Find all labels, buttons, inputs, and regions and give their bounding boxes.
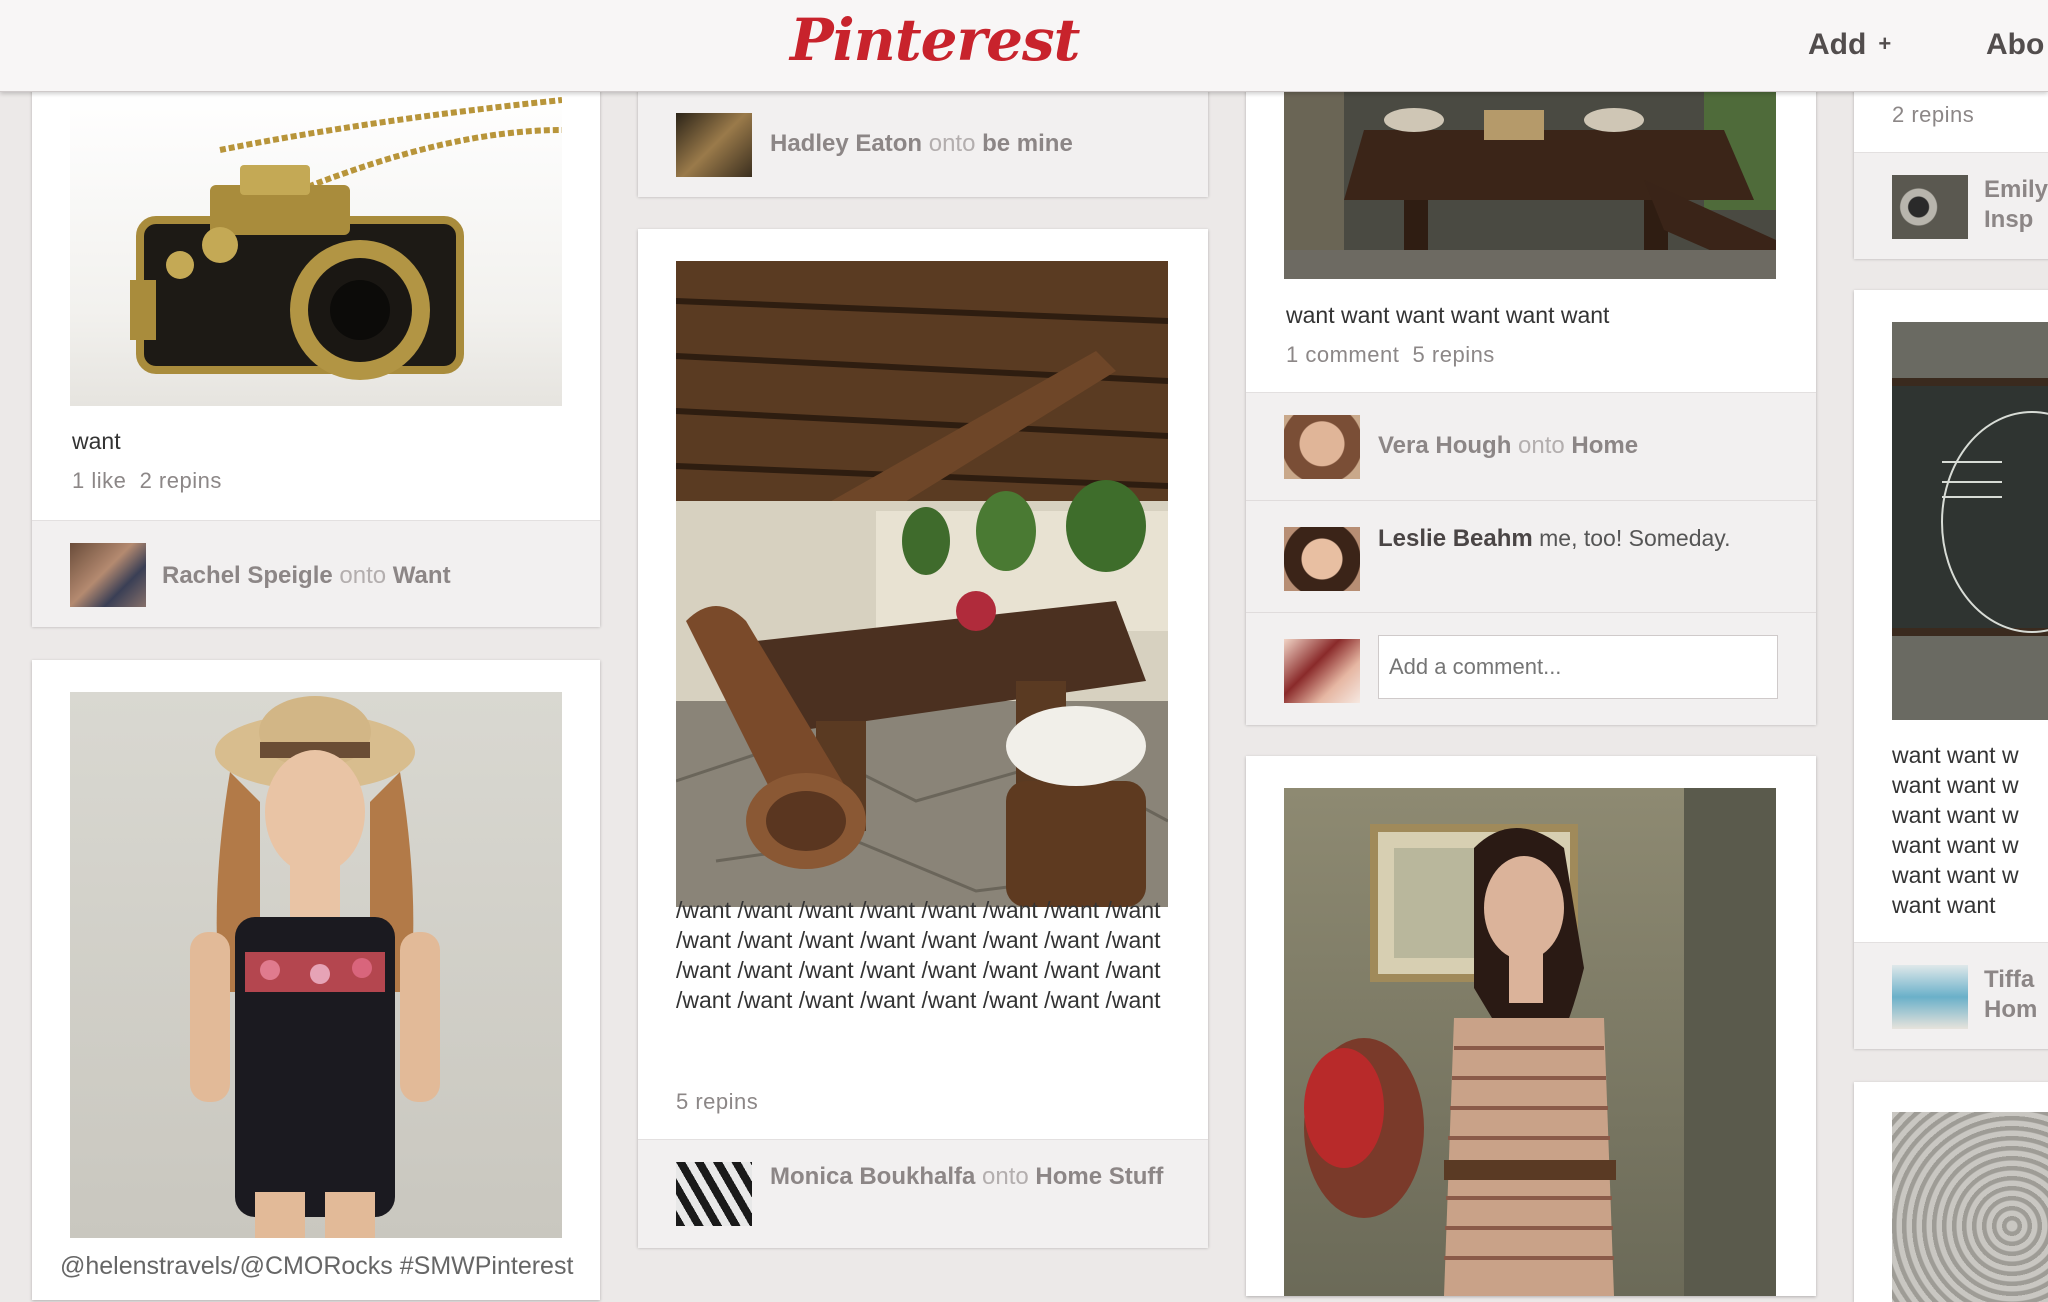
pin-attribution: Vera Hough onto Home	[1246, 392, 1816, 501]
model-overalls-image[interactable]	[70, 692, 562, 1238]
onto-label: onto	[1518, 432, 1565, 459]
pin-camera[interactable]: want 1 like 2 repins Rachel Speigle onto…	[32, 60, 600, 627]
avatar[interactable]	[676, 113, 752, 177]
pin-stats: 1 like 2 repins	[72, 468, 222, 493]
pin-description: want	[72, 428, 121, 454]
attribution-text: Hadley Eaton onto be mine	[770, 129, 1073, 159]
attribution-text: Vera Hough onto Home	[1378, 431, 1638, 461]
knit-image[interactable]	[1892, 1112, 2048, 1302]
avatar[interactable]	[676, 1162, 752, 1226]
pin-attribution: Monica Boukhalfa onto Home Stuff	[638, 1139, 1208, 1248]
pin-table[interactable]: want want want want want want 1 comment …	[1246, 60, 1816, 725]
pin-attribution: Rachel Speigle onto Want	[32, 520, 600, 627]
comment-user-link[interactable]: Leslie Beahm	[1378, 525, 1533, 552]
pin-stats: 5 repins	[676, 1089, 759, 1114]
onto-label: onto	[982, 1163, 1029, 1190]
wooden-table-image[interactable]	[1284, 90, 1776, 279]
onto-label: onto	[339, 562, 387, 589]
top-bar: Pinterest Add + Abo	[0, 0, 2048, 92]
add-menu[interactable]: Add +	[1808, 28, 1891, 62]
add-label: Add	[1808, 28, 1867, 61]
board-link[interactable]: Home Stuff	[1035, 1163, 1163, 1190]
credit-caption: @helenstravels/@CMORocks #SMWPinterest	[60, 1252, 574, 1280]
pinterest-logo[interactable]: Pinterest	[790, 6, 1080, 74]
attribution-text: Rachel Speigle onto Want	[162, 561, 451, 591]
onto-label: onto	[928, 130, 976, 157]
pin-attribution: Hadley Eaton onto be mine	[638, 90, 1208, 197]
pin-stats: 1 comment 5 repins	[1286, 342, 1495, 367]
comment-text: Leslie Beahm me, too! Someday.	[1378, 523, 1778, 554]
avatar[interactable]	[1284, 527, 1360, 591]
board-link[interactable]: Home	[1571, 432, 1638, 459]
avatar[interactable]	[1892, 175, 1968, 239]
about-menu[interactable]: Abo	[1986, 28, 2044, 62]
attribution-text: Emily Insp	[1984, 175, 2048, 235]
pin-description: want want want want want want	[1286, 302, 1610, 328]
pin-right-chalkboard[interactable]: want want w want want w want want w want…	[1854, 290, 2048, 1049]
pin-attribution: Tiffa Hom	[1854, 942, 2048, 1049]
pin-woman[interactable]	[1246, 756, 1816, 1296]
pin-description: /want /want /want /want /want /want /wan…	[676, 897, 1161, 1013]
pin-dress[interactable]	[32, 660, 600, 1300]
attribution-text: Tiffa Hom	[1984, 965, 2037, 1025]
rustic-patio-image[interactable]	[676, 261, 1168, 907]
pin-attribution: Emily Insp	[1854, 152, 2048, 259]
plus-icon: +	[1878, 31, 1892, 56]
attribution-text: Monica Boukhalfa onto Home Stuff	[770, 1162, 1190, 1192]
add-comment-row	[1246, 612, 1816, 725]
camera-pendant-image[interactable]	[70, 90, 562, 406]
comment: Leslie Beahm me, too! Someday.	[1246, 500, 1816, 613]
comment-body: me, too! Someday.	[1539, 525, 1731, 551]
pin-patio[interactable]: /want /want /want /want /want /want /wan…	[638, 229, 1208, 1248]
board-link[interactable]: Hom	[1984, 996, 2037, 1023]
user-link[interactable]: Rachel Speigle	[162, 562, 333, 589]
user-link[interactable]: Tiffa	[1984, 966, 2034, 993]
board-link[interactable]: Insp	[1984, 206, 2033, 233]
pin-description: want want w want want w want want w want…	[1892, 742, 2019, 918]
pin-stats: 2 repins	[1892, 102, 1975, 127]
board-link[interactable]: be mine	[982, 130, 1073, 157]
chalkboard-map-image[interactable]	[1892, 322, 2048, 720]
avatar[interactable]	[70, 543, 146, 607]
user-link[interactable]: Monica Boukhalfa	[770, 1163, 975, 1190]
pin-right-bottom[interactable]	[1854, 1082, 2048, 1302]
comment-input[interactable]	[1378, 635, 1778, 699]
user-link[interactable]: Vera Hough	[1378, 432, 1511, 459]
avatar[interactable]	[1892, 965, 1968, 1029]
board-link[interactable]: Want	[393, 562, 451, 589]
user-link[interactable]: Hadley Eaton	[770, 130, 922, 157]
avatar[interactable]	[1284, 639, 1360, 703]
woman-striped-dress-image[interactable]	[1284, 788, 1776, 1296]
avatar[interactable]	[1284, 415, 1360, 479]
user-link[interactable]: Emily	[1984, 176, 2048, 203]
